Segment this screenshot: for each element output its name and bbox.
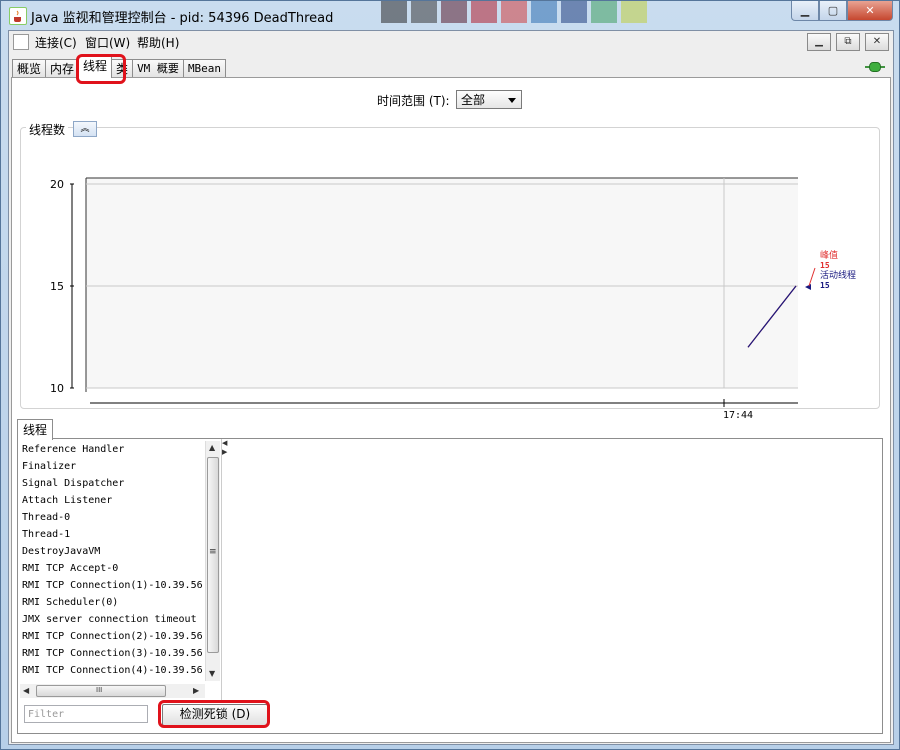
threads-page: 时间范围 (T): 全部 线程数 ︽ 20 15 10 17:44 峰值 15 活动线程 15… (11, 77, 891, 743)
thread-list-item[interactable]: Finalizer (20, 458, 210, 475)
threads-panel: Reference Handler Finalizer Signal Dispatc… (17, 438, 883, 734)
thread-list-hscrollbar[interactable]: ◀ III ▶ (20, 684, 205, 698)
legend-series-value: 15 (820, 261, 830, 270)
tab-memory[interactable]: 内存 (45, 59, 80, 78)
window-maximize-button[interactable]: ▢ (819, 1, 847, 21)
thread-list-vscrollbar[interactable]: ▲ ≡ ▼ (205, 441, 220, 681)
plot-background (86, 178, 798, 388)
window-title: Java 监视和管理控制台 - pid: 54396 DeadThread (31, 11, 334, 26)
java-cup-icon[interactable] (13, 34, 29, 50)
thread-count-chart: 20151017:44峰值15活动线程15 (50, 177, 856, 418)
menu-connection[interactable]: 连接(C) (35, 34, 77, 51)
thread-list-item[interactable]: Thread-1 (20, 526, 210, 543)
scroll-up-icon[interactable]: ▲ (209, 443, 215, 452)
chart-panel-title: 线程数 (26, 121, 69, 138)
highlight-annotation (76, 54, 126, 84)
hscroll-grip-icon: III (96, 686, 103, 694)
thread-list[interactable]: Reference Handler Finalizer Signal Dispatc… (20, 441, 210, 681)
thread-list-item[interactable]: RMI TCP Accept-0 (20, 560, 210, 577)
collapse-left-icon[interactable]: ◀ (222, 439, 227, 447)
scroll-right-icon[interactable]: ▶ (193, 686, 199, 695)
thread-list-item[interactable]: DestroyJavaVM (20, 543, 210, 560)
menu-bar: 连接(C) 窗口(W) 帮助(H) ▁ ⧉ ✕ (9, 31, 893, 53)
thread-list-item[interactable]: RMI TCP Connection(1)-10.39.56 (20, 577, 210, 594)
chevron-up-icon[interactable]: ︽ (73, 121, 97, 137)
scroll-left-icon[interactable]: ◀ (23, 686, 29, 695)
internal-minimize-button[interactable]: ▁ (807, 33, 831, 51)
thread-list-item[interactable]: Attach Listener (20, 492, 210, 509)
thread-list-item[interactable]: RMI TCP Connection(2)-10.39.56 (20, 628, 210, 645)
menu-help[interactable]: 帮助(H) (137, 34, 179, 51)
connection-status-icon (865, 62, 885, 72)
java-cup-icon (9, 7, 27, 25)
tab-thread-list[interactable]: 线程 (17, 419, 54, 440)
tab-mbeans[interactable]: MBean (182, 59, 227, 78)
split-pane-divider[interactable]: ◀ ▶ (221, 439, 227, 701)
thread-list-item[interactable]: JMX server connection timeout (20, 611, 210, 628)
thread-list-item[interactable]: Reference Handler (20, 441, 210, 458)
legend-leader (808, 267, 816, 287)
legend-series-name: 活动线程 (820, 269, 856, 281)
client-area: 连接(C) 窗口(W) 帮助(H) ▁ ⧉ ✕ 概览 内存 线程 类 VM 概要… (8, 30, 894, 745)
scroll-grip-icon: ≡ (209, 547, 217, 557)
x-tick-label: 17:44 (723, 410, 753, 418)
thread-list-item[interactable]: RMI TCP Connection(4)-10.39.56 (20, 662, 210, 679)
app-window: Java 监视和管理控制台 - pid: 54396 DeadThread ▁ … (0, 0, 900, 750)
thread-list-item[interactable]: RMI Scheduler(0) (20, 594, 210, 611)
legend-series-value: 15 (820, 281, 830, 290)
thread-list-item[interactable]: RMI TCP Connection(3)-10.39.56 (20, 645, 210, 662)
window-close-button[interactable]: ✕ (847, 1, 893, 21)
expand-right-icon[interactable]: ▶ (222, 448, 227, 456)
scroll-down-icon[interactable]: ▼ (209, 669, 215, 678)
y-tick-label: 20 (50, 178, 64, 191)
filter-input[interactable]: Filter (24, 705, 148, 723)
y-tick-label: 10 (50, 382, 64, 395)
thread-list-item[interactable]: Signal Dispatcher (20, 475, 210, 492)
menu-window[interactable]: 窗口(W) (85, 34, 130, 51)
window-minimize-button[interactable]: ▁ (791, 1, 819, 21)
highlight-annotation (158, 700, 270, 728)
legend-series-name: 峰值 (820, 249, 838, 261)
y-tick-label: 15 (50, 280, 64, 293)
tab-vm-summary[interactable]: VM 概要 (132, 59, 184, 78)
internal-close-button[interactable]: ✕ (865, 33, 889, 51)
latest-value-marker (805, 284, 811, 290)
internal-restore-button[interactable]: ⧉ (836, 33, 860, 51)
background-swatches (381, 1, 647, 25)
tab-overview[interactable]: 概览 (12, 59, 47, 78)
title-bar[interactable]: Java 监视和管理控制台 - pid: 54396 DeadThread ▁ … (1, 1, 899, 29)
thread-list-item[interactable]: Thread-0 (20, 509, 210, 526)
